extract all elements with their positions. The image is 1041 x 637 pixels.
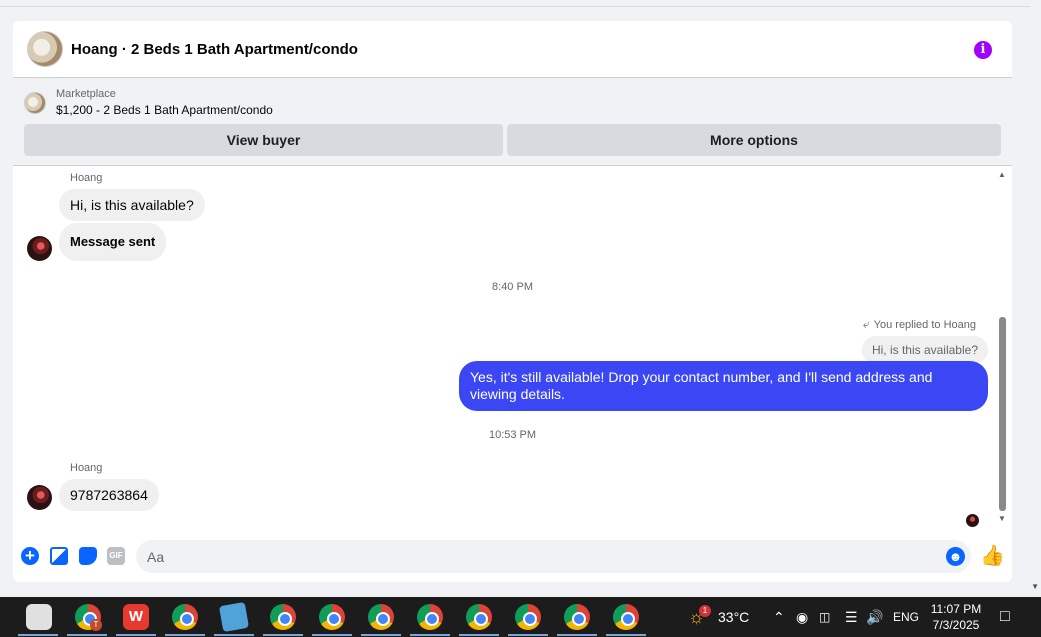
clock-date: 7/3/2025 <box>932 618 980 632</box>
incoming-message[interactable]: 9787263864 <box>59 479 159 511</box>
weather-badge: 1 <box>699 605 711 617</box>
seen-avatar <box>966 514 979 527</box>
message-input[interactable] <box>136 540 971 573</box>
profile-badge: T <box>90 619 102 631</box>
more-options-button[interactable]: More options <box>507 124 1001 156</box>
conversation-title[interactable]: Hoang · 2 Beds 1 Bath Apartment/condo <box>71 41 358 58</box>
notifications-icon[interactable]: □ <box>1000 608 1010 626</box>
reply-icon: ⤶ <box>862 317 870 331</box>
chrome-icon[interactable] <box>172 604 198 630</box>
record-icon[interactable]: ◉ <box>796 608 808 626</box>
weather-temp[interactable]: 33°C <box>718 597 749 637</box>
conversation-header: Hoang · 2 Beds 1 Bath Apartment/condo i <box>13 21 1012 78</box>
timestamp: 10:53 PM <box>488 429 537 441</box>
wps-office-icon[interactable]: W <box>123 604 149 630</box>
snipping-tool-icon[interactable] <box>26 604 52 630</box>
scrollbar[interactable]: ▲ ▼ <box>997 167 1007 529</box>
sender-name: Hoang <box>70 172 103 184</box>
chrome-icon[interactable] <box>564 604 590 630</box>
like-icon[interactable]: 👍 <box>980 545 1005 567</box>
language-indicator[interactable]: ENG <box>893 597 919 637</box>
chevron-up-icon[interactable]: ⌃ <box>773 608 785 626</box>
volume-icon[interactable]: 🔊 <box>866 608 883 626</box>
sender-name: Hoang <box>70 462 103 474</box>
chrome-icon[interactable] <box>319 604 345 630</box>
listing-small-thumbnail[interactable] <box>24 91 46 114</box>
reply-label: You replied to Hoang <box>873 318 976 331</box>
message-list[interactable]: Hoang Hi, is this available? Message sen… <box>13 167 1012 529</box>
scroll-up-icon[interactable]: ▲ <box>997 170 1007 180</box>
clock-time: 11:07 PM <box>930 602 982 616</box>
chrome-icon[interactable] <box>368 604 394 630</box>
page-scroll-down-icon[interactable]: ▼ <box>1031 582 1039 591</box>
info-icon[interactable]: i <box>974 41 992 59</box>
listing-category: Marketplace <box>56 88 116 100</box>
chrome-icon[interactable] <box>515 604 541 630</box>
quoted-message[interactable]: Hi, is this available? <box>861 336 988 364</box>
top-divider <box>0 6 1030 7</box>
battery-icon[interactable]: ◫ <box>819 608 830 626</box>
listing-thumbnail[interactable] <box>27 31 63 67</box>
outgoing-message[interactable]: Yes, it's still available! Drop your con… <box>459 361 988 411</box>
gif-icon[interactable]: GIF <box>107 547 125 565</box>
conversation-panel: Hoang · 2 Beds 1 Bath Apartment/condo i … <box>13 21 1012 582</box>
clock[interactable]: 11:07 PM 7/3/2025 <box>925 601 987 633</box>
avatar[interactable] <box>27 236 52 261</box>
incoming-message[interactable]: Hi, is this available? <box>59 189 205 221</box>
avatar[interactable] <box>27 485 52 510</box>
chrome-icon[interactable] <box>270 604 296 630</box>
reply-indicator: ⤶ You replied to Hoang <box>863 317 976 332</box>
chrome-icon[interactable] <box>613 604 639 630</box>
listing-banner: Marketplace $1,200 - 2 Beds 1 Bath Apart… <box>13 78 1012 166</box>
timestamp: 8:40 PM <box>492 281 533 293</box>
taskbar: T W ☼ 1 33°C ⌃ ◉ ◫ ☰ 🔊 ENG 11:07 PM 7/3/… <box>0 597 1041 637</box>
message-composer: + GIF ☻ 👍 <box>13 537 1012 575</box>
scroll-down-icon[interactable]: ▼ <box>997 514 1007 524</box>
chrome-icon[interactable] <box>466 604 492 630</box>
chrome-icon[interactable] <box>417 604 443 630</box>
notes-app-icon[interactable] <box>218 601 250 633</box>
emoji-icon[interactable]: ☻ <box>946 547 965 566</box>
scrollbar-thumb[interactable] <box>999 317 1006 511</box>
wifi-icon[interactable]: ☰ <box>845 608 858 626</box>
plus-icon[interactable]: + <box>21 547 39 565</box>
view-buyer-button[interactable]: View buyer <box>24 124 503 156</box>
image-icon[interactable] <box>50 547 68 565</box>
incoming-message[interactable]: Message sent <box>59 223 167 261</box>
listing-title[interactable]: $1,200 - 2 Beds 1 Bath Apartment/condo <box>56 103 273 117</box>
sticker-icon[interactable] <box>79 547 97 565</box>
